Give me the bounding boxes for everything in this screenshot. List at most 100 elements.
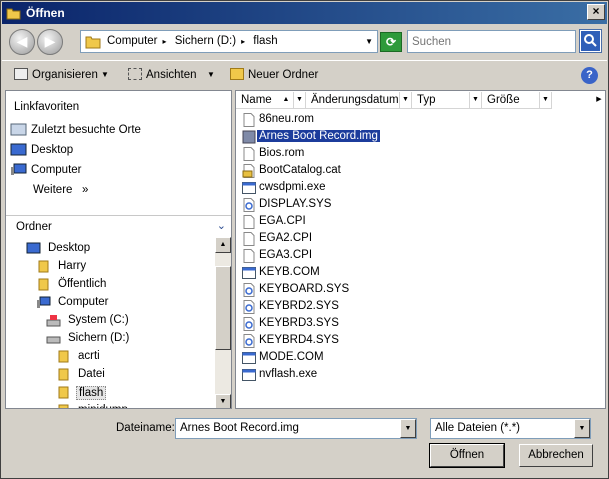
tree-item-label: minidump (76, 404, 130, 408)
search-button[interactable] (579, 29, 602, 53)
folder-tree-scrollbar[interactable]: ▲ ▼ (215, 237, 231, 408)
organize-icon (14, 68, 28, 80)
chevron-down-icon[interactable]: ▼ (293, 92, 305, 108)
favorite-label: Computer (31, 164, 82, 176)
search-icon (581, 31, 600, 51)
system-file-icon (242, 334, 256, 348)
tree-item-label: Computer (58, 296, 109, 308)
chevron-down-icon[interactable]: ▼ (574, 419, 590, 438)
blank-file-icon (242, 249, 256, 263)
cancel-button[interactable]: Abbrechen (519, 444, 593, 467)
column-type[interactable]: Typ ▼ (412, 92, 482, 109)
column-label: Größe (487, 94, 520, 106)
favorites-title: Linkfavoriten (14, 101, 80, 113)
breadcrumb-separator[interactable]: ▸ (241, 37, 245, 46)
file-name: cwsdpmi.exe (259, 181, 326, 193)
title-bar[interactable]: Öffnen × (2, 2, 607, 24)
desktop-icon (10, 143, 27, 156)
tree-item-label: Sichern (D:) (68, 332, 130, 344)
new-folder-button[interactable]: Neuer Ordner (230, 68, 318, 81)
breadcrumb-folder[interactable]: flash (253, 35, 277, 47)
open-button[interactable]: Öffnen (429, 443, 505, 468)
system-file-icon (242, 300, 256, 314)
organize-label: Organisieren (32, 69, 98, 81)
file-name: KEYBRD4.SYS (259, 334, 339, 346)
chevron-down-icon[interactable]: ▼ (539, 92, 551, 108)
scroll-down-icon[interactable]: ▼ (215, 394, 231, 408)
exe-icon (242, 266, 256, 280)
chevron-down-icon[interactable]: ⌄ (217, 219, 226, 232)
tree-item-label: Harry (58, 260, 87, 272)
file-name: BootCatalog.cat (259, 164, 341, 176)
sort-up-icon: ▲ (282, 96, 290, 103)
image-file-icon (242, 130, 256, 144)
dialog-footer: Dateiname: Arnes Boot Record.img ▼ Alle … (2, 410, 607, 478)
folders-header[interactable]: Ordner ⌄ (6, 215, 231, 237)
blank-file-icon (242, 147, 256, 161)
file-name: 86neu.rom (259, 113, 314, 125)
new-folder-icon (230, 68, 244, 80)
chevron-down-icon[interactable]: ▼ (101, 70, 109, 79)
folder-tree: Desktop Harry Öffentlich Computer System… (6, 237, 214, 408)
scroll-up-icon[interactable]: ▲ (215, 237, 231, 253)
breadcrumb-computer[interactable]: Computer (107, 35, 158, 47)
file-name: KEYBRD3.SYS (259, 317, 339, 329)
chevron-down-icon[interactable]: ▼ (400, 419, 416, 438)
computer-icon (11, 163, 27, 175)
tree-item-label: Öffentlich (58, 278, 107, 290)
filename-input[interactable]: Arnes Boot Record.img ▼ (175, 418, 417, 439)
back-button[interactable]: ◀ (9, 29, 35, 55)
file-name: MODE.COM (259, 351, 324, 363)
column-name[interactable]: Name ▲ ▼ (236, 92, 306, 109)
blank-file-icon (242, 215, 256, 229)
address-bar[interactable]: Computer ▸ Sichern (D:) ▸ flash ▼ (80, 30, 378, 53)
folder-icon (58, 386, 69, 399)
organize-button[interactable]: Organisieren (14, 68, 98, 81)
column-label: Typ (417, 94, 436, 106)
scroll-right-icon[interactable]: ▶ (593, 92, 605, 108)
more-chevron-icon: » (82, 184, 89, 196)
close-button[interactable]: × (587, 4, 605, 20)
folder-icon (38, 278, 49, 291)
file-name: EGA.CPI (259, 215, 306, 227)
open-dialog: Öffnen × ◀ ▶ Computer ▸ Sichern (D:) ▸ fla… (0, 0, 609, 479)
file-type-select[interactable]: Alle Dateien (*.*) ▼ (430, 418, 591, 439)
system-file-icon (242, 283, 256, 297)
chevron-down-icon[interactable]: ▼ (399, 92, 411, 108)
folders-title: Ordner (16, 221, 52, 233)
breadcrumb: Computer ▸ Sichern (D:) ▸ flash (107, 35, 283, 47)
file-name: nvflash.exe (259, 368, 318, 380)
exe-icon (242, 368, 256, 382)
column-label: Änderungsdatum (311, 94, 399, 106)
back-arrow-icon: ◀ (16, 33, 28, 49)
folder-icon (58, 404, 69, 408)
tree-item-label: Desktop (48, 242, 91, 254)
chevron-down-icon[interactable]: ▼ (365, 37, 373, 46)
system-file-icon (242, 198, 256, 212)
help-button[interactable]: ? (581, 67, 598, 84)
column-size[interactable]: Größe ▼ (482, 92, 552, 109)
computer-icon (37, 296, 51, 308)
scroll-thumb[interactable] (215, 266, 231, 350)
column-date[interactable]: Änderungsdatum ▼ (306, 92, 412, 109)
drive-icon (46, 336, 61, 344)
search-input[interactable] (407, 30, 576, 53)
command-bar: Organisieren ▼ Ansichten ▼ Neuer Ordner … (2, 60, 607, 90)
tree-item-label: Datei (78, 368, 105, 380)
folder-icon (85, 36, 101, 49)
chevron-down-icon[interactable]: ▼ (207, 70, 215, 79)
refresh-button[interactable]: ⟳ (380, 32, 402, 52)
forward-button[interactable]: ▶ (37, 29, 63, 55)
blank-file-icon (242, 113, 256, 127)
chevron-down-icon[interactable]: ▼ (469, 92, 481, 108)
blank-file-icon (242, 232, 256, 246)
file-name: EGA3.CPI (259, 249, 313, 261)
views-button[interactable]: Ansichten (128, 68, 197, 81)
file-name: Bios.rom (259, 147, 305, 159)
filename-label: Dateiname: (116, 422, 175, 434)
exe-icon (242, 181, 256, 195)
breadcrumb-separator[interactable]: ▸ (163, 37, 167, 46)
folder-icon (58, 368, 69, 381)
breadcrumb-drive[interactable]: Sichern (D:) (175, 35, 236, 47)
file-name: Arnes Boot Record.img (257, 130, 380, 142)
